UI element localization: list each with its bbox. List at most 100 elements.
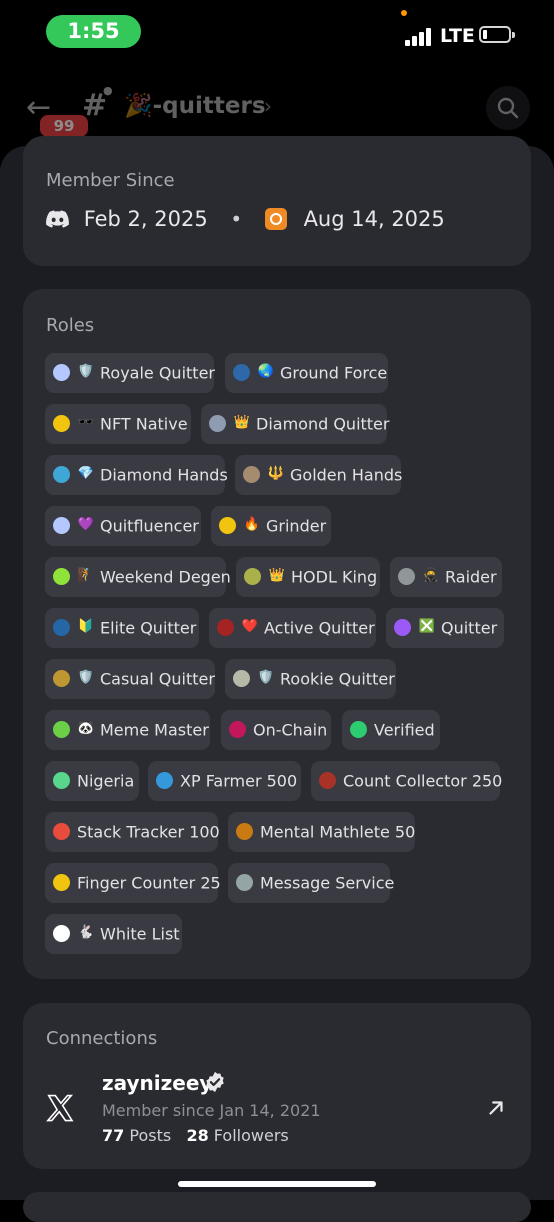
- discord-icon: [46, 210, 69, 228]
- role-color-dot: [236, 873, 253, 891]
- role-chip[interactable]: 💎 Diamond Hands: [45, 455, 228, 495]
- connections-card: Connections zaynizeey Member since Jan 1…: [23, 1003, 531, 1169]
- role-chip[interactable]: Message Service: [228, 863, 394, 903]
- role-chip[interactable]: 🛡️ Royale Quitter: [45, 353, 215, 393]
- followers-count: 28: [186, 1126, 209, 1145]
- server-icon: [264, 208, 287, 230]
- role-label: HODL King: [291, 567, 378, 587]
- search-icon: [497, 97, 519, 119]
- role-label: Active Quitter: [264, 618, 375, 638]
- role-label: XP Farmer 500: [180, 771, 298, 791]
- role-chip[interactable]: 🧗 Weekend Degen: [45, 557, 231, 597]
- connection-username[interactable]: zaynizeey: [102, 1071, 212, 1095]
- member-since-title: Member Since: [46, 170, 175, 191]
- role-chip[interactable]: 🕶️ NFT Native: [45, 404, 191, 444]
- role-color-dot: [244, 567, 261, 585]
- role-label: On-Chain: [253, 720, 328, 740]
- role-color-dot: [243, 465, 260, 483]
- role-label: Casual Quitter: [100, 669, 215, 689]
- role-label: Message Service: [260, 873, 395, 893]
- role-chip[interactable]: Nigeria: [45, 761, 139, 801]
- role-label: Finger Counter 25: [77, 873, 221, 893]
- role-label: Diamond Quitter: [256, 414, 390, 434]
- chevron-right-icon: ›: [264, 94, 272, 118]
- role-chip[interactable]: 🔥 Grinder: [211, 506, 331, 546]
- role-emoji-icon: 👑: [233, 415, 251, 430]
- role-chip[interactable]: Finger Counter 25: [45, 863, 221, 903]
- role-chip[interactable]: On-Chain: [221, 710, 331, 750]
- role-chip[interactable]: 🐇 White List: [45, 914, 182, 954]
- discord-join-date: Feb 2, 2025: [83, 207, 208, 231]
- role-emoji-icon: 🐇: [77, 925, 95, 940]
- role-chip[interactable]: Stack Tracker 100: [45, 812, 220, 852]
- status-bar: 1:55 LTE: [0, 0, 554, 64]
- member-since-card: Member Since Feb 2, 2025 • Aug 14, 2025: [23, 136, 531, 266]
- role-label: Raider: [445, 567, 497, 587]
- status-time[interactable]: 1:55: [46, 15, 141, 48]
- role-chip[interactable]: 🥷 Raider: [390, 557, 502, 597]
- separator-dot: •: [230, 207, 243, 231]
- role-emoji-icon: 🕶️: [77, 415, 95, 430]
- search-button[interactable]: [486, 86, 530, 130]
- role-color-dot: [236, 822, 253, 840]
- role-chip[interactable]: XP Farmer 500: [148, 761, 301, 801]
- role-chip[interactable]: Mental Mathlete 50: [228, 812, 415, 852]
- role-chip[interactable]: ❤️ Active Quitter: [209, 608, 376, 648]
- role-emoji-icon: 🛡️: [77, 364, 95, 379]
- role-chip[interactable]: 🔱 Golden Hands: [235, 455, 403, 495]
- external-link-icon[interactable]: [485, 1097, 507, 1119]
- role-chip[interactable]: Count Collector 250: [311, 761, 502, 801]
- connection-member-since: Member since Jan 14, 2021: [102, 1101, 321, 1120]
- verified-icon: [206, 1071, 224, 1093]
- role-color-dot: [53, 669, 70, 687]
- role-chip[interactable]: 💜 Quitfluencer: [45, 506, 201, 546]
- x-logo-icon: [46, 1094, 74, 1122]
- role-color-dot: [233, 363, 250, 381]
- role-label: Diamond Hands: [100, 465, 228, 485]
- role-color-dot: [53, 771, 70, 789]
- roles-title: Roles: [46, 315, 95, 336]
- role-chip[interactable]: 🐼 Meme Master: [45, 710, 210, 750]
- connection-stats: 77 Posts 28 Followers: [102, 1126, 289, 1145]
- role-emoji-icon: ❤️: [241, 619, 259, 634]
- role-chip[interactable]: Verified: [342, 710, 440, 750]
- role-emoji-icon: 🌏: [257, 364, 275, 379]
- role-chip[interactable]: 🔰 Elite Quitter: [45, 608, 199, 648]
- profile-sheet: Member Since Feb 2, 2025 • Aug 14, 2025 …: [0, 136, 554, 1200]
- next-section-card: [23, 1192, 531, 1222]
- posts-count: 77: [102, 1126, 125, 1145]
- connections-title: Connections: [46, 1028, 158, 1049]
- role-emoji-icon: 💜: [77, 517, 95, 532]
- role-chip[interactable]: 🛡️ Casual Quitter: [45, 659, 215, 699]
- role-chip[interactable]: 🌏 Ground Force: [225, 353, 388, 393]
- role-label: Royale Quitter: [100, 363, 215, 383]
- role-emoji-icon: 🐼: [77, 721, 95, 736]
- role-color-dot: [156, 771, 173, 789]
- role-label: Rookie Quitter: [280, 669, 395, 689]
- role-color-dot: [209, 414, 226, 432]
- role-color-dot: [53, 873, 70, 891]
- role-chip[interactable]: 👑 HODL King: [236, 557, 380, 597]
- battery-icon: [479, 26, 515, 43]
- role-color-dot: [350, 720, 367, 738]
- role-label: Golden Hands: [290, 465, 403, 485]
- channel-name[interactable]: 🎉-quitters: [124, 92, 266, 119]
- role-color-dot: [53, 822, 70, 840]
- role-chip[interactable]: 👑 Diamond Quitter: [201, 404, 390, 444]
- role-color-dot: [229, 720, 246, 738]
- role-emoji-icon: 🛡️: [257, 670, 275, 685]
- network-label: LTE: [440, 25, 475, 47]
- role-color-dot: [398, 567, 415, 585]
- role-label: Elite Quitter: [100, 618, 197, 638]
- role-label: Nigeria: [77, 771, 135, 791]
- role-label: Grinder: [266, 516, 327, 536]
- role-color-dot: [53, 924, 70, 942]
- role-chip[interactable]: ❎ Quitter: [386, 608, 504, 648]
- role-emoji-icon: 👑: [268, 568, 286, 583]
- role-label: Meme Master: [100, 720, 209, 740]
- home-indicator[interactable]: [178, 1181, 376, 1187]
- role-color-dot: [53, 414, 70, 432]
- role-color-dot: [219, 516, 236, 534]
- role-chip[interactable]: 🛡️ Rookie Quitter: [225, 659, 396, 699]
- role-color-dot: [53, 465, 70, 483]
